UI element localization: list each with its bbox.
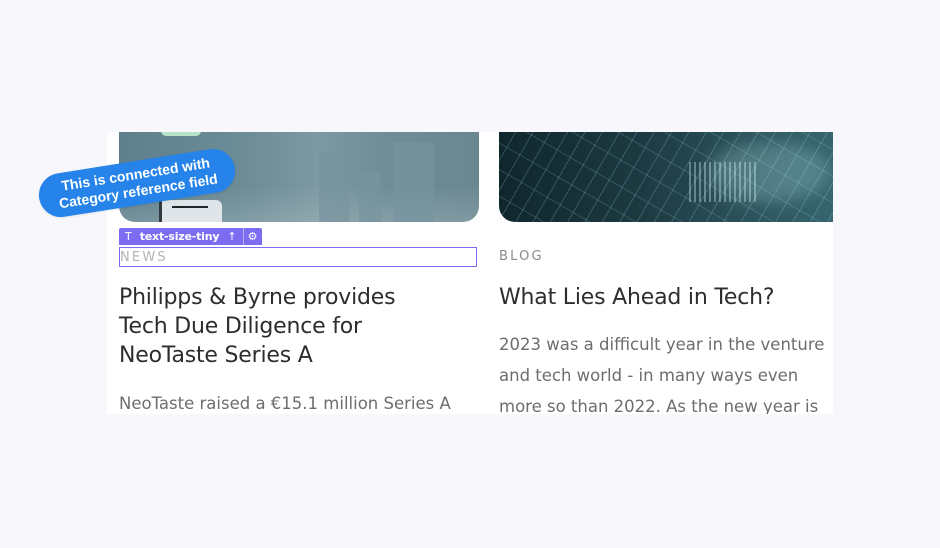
thumbnail-building: [319, 152, 349, 222]
badge-shape: [161, 132, 201, 136]
excerpt-line: 2023 was a difficult year in the venture: [499, 335, 825, 354]
category-label[interactable]: NEWS: [119, 247, 477, 267]
title-line: What Lies Ahead in Tech?: [499, 285, 775, 310]
category-label[interactable]: BLOG: [499, 247, 833, 267]
settings-icon[interactable]: ⚙: [248, 230, 258, 243]
select-parent-icon[interactable]: ↑: [227, 230, 236, 243]
excerpt-line: and tech world - in many ways even: [499, 366, 799, 385]
excerpt-line: NeoTaste raised a €15.1 million Series A: [119, 394, 451, 413]
card-title[interactable]: What Lies Ahead in Tech?: [499, 283, 833, 312]
card-title[interactable]: Philipps & Byrne provides Tech Due Dilig…: [119, 283, 469, 370]
card-excerpt: NeoTaste raised a €15.1 million Series A: [119, 388, 479, 414]
thumbnail-city: [689, 162, 759, 202]
card-thumbnail[interactable]: [499, 132, 833, 222]
thumbnail-building: [394, 142, 434, 222]
excerpt-line: more so than 2022. As the new year is: [499, 397, 819, 414]
element-selection-chip[interactable]: T text-size-tiny ↑ ⚙: [119, 228, 263, 245]
element-class-label[interactable]: text-size-tiny: [140, 230, 220, 243]
title-line: Tech Due Diligence for: [119, 314, 362, 339]
title-line: Philipps & Byrne provides: [119, 285, 396, 310]
thumbnail-building: [359, 172, 381, 222]
chip-divider: [242, 228, 244, 245]
thumbnail-object: [159, 200, 222, 222]
card-excerpt: 2023 was a difficult year in the venture…: [499, 329, 833, 414]
text-type-icon: T: [125, 230, 132, 243]
blog-card-blog[interactable]: BLOG What Lies Ahead in Tech? 2023 was a…: [499, 132, 833, 414]
title-line: NeoTaste Series A: [119, 343, 313, 368]
